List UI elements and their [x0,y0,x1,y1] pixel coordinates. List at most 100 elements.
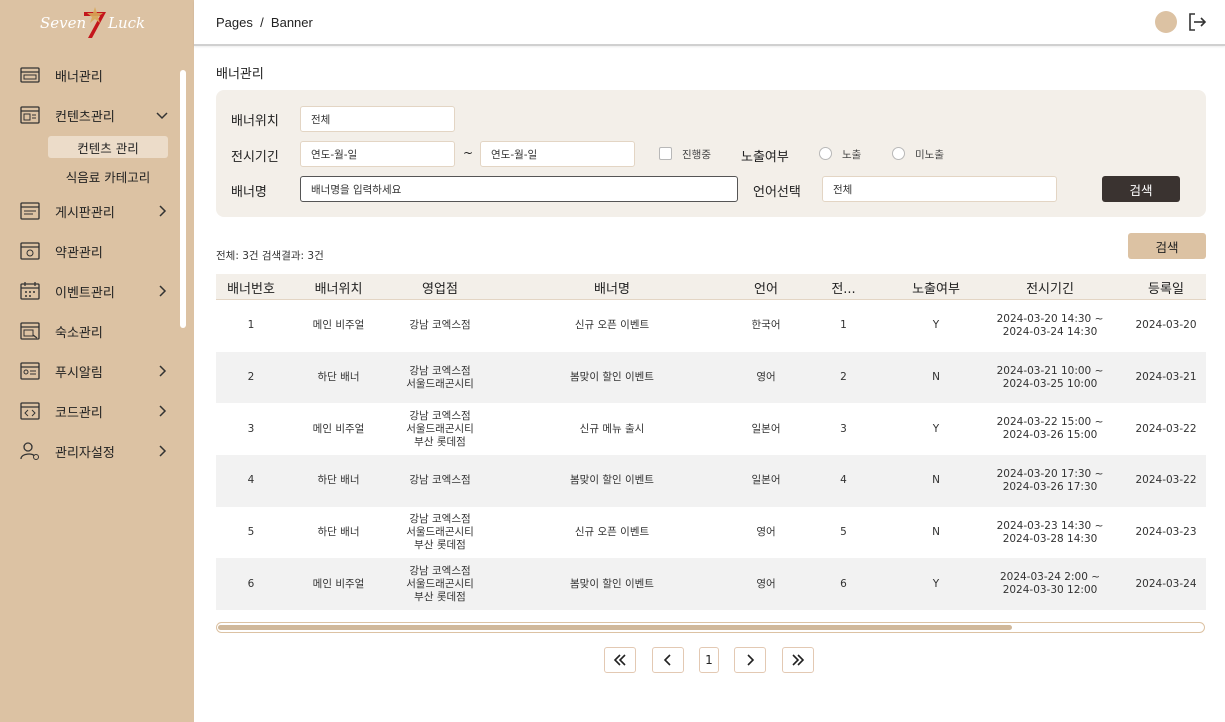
cell-period: 2024-03-24 2:00 ~2024-03-30 12:00 [991,558,1109,610]
cell-branch-line: 강남 코엑스점 [409,564,471,577]
cell-position: 하단 배너 [317,474,360,487]
avatar[interactable] [1155,11,1177,33]
table-horizontal-scrollbar[interactable] [216,622,1205,633]
position-label: 배너위치 [231,114,279,129]
cell-period-line: 2024-03-25 10:00 [1002,377,1098,390]
col-exposed[interactable]: 노출여부 [896,274,976,300]
top-header: Pages / Banner [194,0,1225,46]
col-branch[interactable]: 영업점 [396,274,484,300]
content-icon [20,106,40,124]
col-position[interactable]: 배너위치 [296,274,381,300]
brand-logo[interactable]: Seven Luck [40,6,152,40]
sidebar-item-board[interactable]: 게시판관리 [0,196,194,226]
col-reg-date[interactable]: 등록일 [1126,274,1206,300]
banner-table: 배너번호 배너위치 영업점 배너명 언어 전... 노출여부 전시기긴 등록일 … [216,274,1206,611]
cell-reg-date: 2024-03-23 [1135,526,1197,539]
logout-icon[interactable] [1187,12,1207,32]
cell-branch: 강남 코엑스점 [396,300,484,352]
calendar-icon [20,282,40,300]
col-order[interactable]: 전... [816,274,871,300]
col-banner-no[interactable]: 배너번호 [216,274,286,300]
col-period[interactable]: 전시기긴 [991,274,1109,300]
chevron-right-icon [159,445,167,457]
cell-banner-no: 1 [247,319,255,332]
cell-branch-line: 강남 코엑스점 [409,364,471,377]
cell-exposed: Y [932,422,940,435]
cell-position: 하단 배너 [317,526,360,539]
cell-position: 메인 비주얼 [312,319,365,332]
sidebar-item-terms[interactable]: 약관관리 [0,236,194,266]
sidebar-subitem-content-manage[interactable]: 컨텐츠 관리 [48,136,168,158]
cell-banner-name: 신규 오픈 이벤트 [574,526,650,539]
table-row[interactable]: 2 하단 배너 강남 코엑스점 서울드래곤시티 봄맞이 할인 이벤트 영어 2 N 2024-0… [216,351,1206,404]
period-label: 전시기긴 [231,150,279,165]
page-first-button[interactable] [604,647,636,673]
cell-position: 하단 배너 [317,371,360,384]
sidebar-item-event[interactable]: 이벤트관리 [0,276,194,306]
cell-reg-date: 2024-03-24 [1135,577,1197,590]
filter-panel: 배너위치 전체 전시기긴 연도-월-일 ~ 연도-월-일 진행중 노출여부 노출… [216,90,1206,217]
sidebar-subitem-fnb-category[interactable]: 식음료 카테고리 [48,165,168,187]
sidebar-item-lodging[interactable]: 숙소관리 [0,316,194,346]
col-banner-name[interactable]: 배너명 [516,274,708,300]
page-prev-button[interactable] [652,647,684,673]
sidebar-item-push[interactable]: 푸시알림 [0,356,194,386]
date-to-input[interactable]: 연도-월-일 [480,141,635,167]
push-icon [20,362,40,380]
cell-reg-date: 2024-03-22 [1135,422,1197,435]
cell-period-line: 2024-03-20 17:30 ~ [996,467,1104,480]
cell-branch-line: 부산 롯데점 [414,539,466,552]
sidebar-scrollbar[interactable] [180,70,186,328]
cell-period: 2024-03-21 10:00 ~2024-03-25 10:00 [991,352,1109,404]
table-row[interactable]: 3 메인 비주얼 강남 코엑스점 서울드래곤시티 부산 롯데점 신규 메뉴 출시 일본어 3 Y… [216,403,1206,455]
cell-branch-line: 강남 코엑스점 [409,409,471,422]
banner-icon [20,67,40,83]
cell-banner-name: 봄맞이 할인 이벤트 [570,371,654,384]
page-title: 배너관리 [216,67,264,82]
position-select[interactable]: 전체 [300,106,455,132]
table-row[interactable]: 1 메인 비주얼 강남 코엑스점 신규 오픈 이벤트 한국어 1 Y 2024-03-20 1… [216,300,1206,352]
cell-branch-line: 서울드래곤시티 [406,577,474,590]
sidebar-item-code[interactable]: 코드관리 [0,396,194,426]
board-icon [20,202,40,220]
page-next-button[interactable] [734,647,766,673]
cell-branch: 강남 코엑스점 [396,455,484,507]
double-chevron-left-icon [613,654,626,666]
logo-text-right: Luck [108,14,146,32]
ongoing-checkbox[interactable] [659,147,672,160]
cell-banner-name: 봄맞이 할인 이벤트 [570,577,654,590]
sidebar-item-admin-settings[interactable]: 관리자설정 [0,436,194,466]
scrollbar-thumb[interactable] [218,625,1012,630]
exposure-radio-hide[interactable] [892,147,905,160]
sidebar-item-label: 컨텐츠관리 [55,109,115,125]
language-select[interactable]: 전체 [822,176,1057,202]
cell-banner-no: 6 [247,577,255,590]
page-last-button[interactable] [782,647,814,673]
chevron-left-icon [663,654,671,666]
table-row[interactable]: 6 메인 비주얼 강남 코엑스점 서울드래곤시티 부산 롯데점 봄맞이 할인 이벤트 영어 6… [216,558,1206,611]
table-row[interactable]: 5 하단 배너 강남 코엑스점 서울드래곤시티 부산 롯데점 신규 오픈 이벤트 영어 5 N 2… [216,507,1206,559]
chevron-down-icon [156,112,168,120]
sidebar-item-label: 배너관리 [55,69,103,85]
sidebar-item-label: 푸시알림 [55,365,103,381]
lodging-icon [20,322,40,340]
date-from-input[interactable]: 연도-월-일 [300,141,455,167]
col-language[interactable]: 언어 [731,274,801,300]
cell-period-line: 2024-03-28 14:30 [1002,532,1098,545]
sidebar-item-content[interactable]: 컨텐츠관리 [0,100,194,130]
filter-search-button[interactable]: 검색 [1102,176,1180,202]
page-number-current[interactable]: 1 [699,647,719,673]
search-button[interactable]: 검색 [1128,233,1206,259]
cell-order: 6 [840,577,847,590]
cell-branch: 강남 코엑스점 서울드래곤시티 부산 롯데점 [396,507,484,559]
sidebar-item-banner[interactable]: 배너관리 [0,60,194,90]
cell-position: 메인 비주얼 [312,422,365,435]
cell-period: 2024-03-20 17:30 ~2024-03-26 17:30 [991,455,1109,507]
sidebar-item-label: 코드관리 [55,405,103,421]
exposure-option-hide: 미노출 [915,149,944,161]
cell-branch-line: 강남 코엑스점 [409,474,471,487]
exposure-radio-show[interactable] [819,147,832,160]
table-row[interactable]: 4 하단 배너 강남 코엑스점 봄맞이 할인 이벤트 일본어 4 N 2024-03-20 1… [216,455,1206,507]
admin-settings-icon [20,442,39,460]
banner-name-input[interactable]: 배너명을 입력하세요 [300,176,738,202]
